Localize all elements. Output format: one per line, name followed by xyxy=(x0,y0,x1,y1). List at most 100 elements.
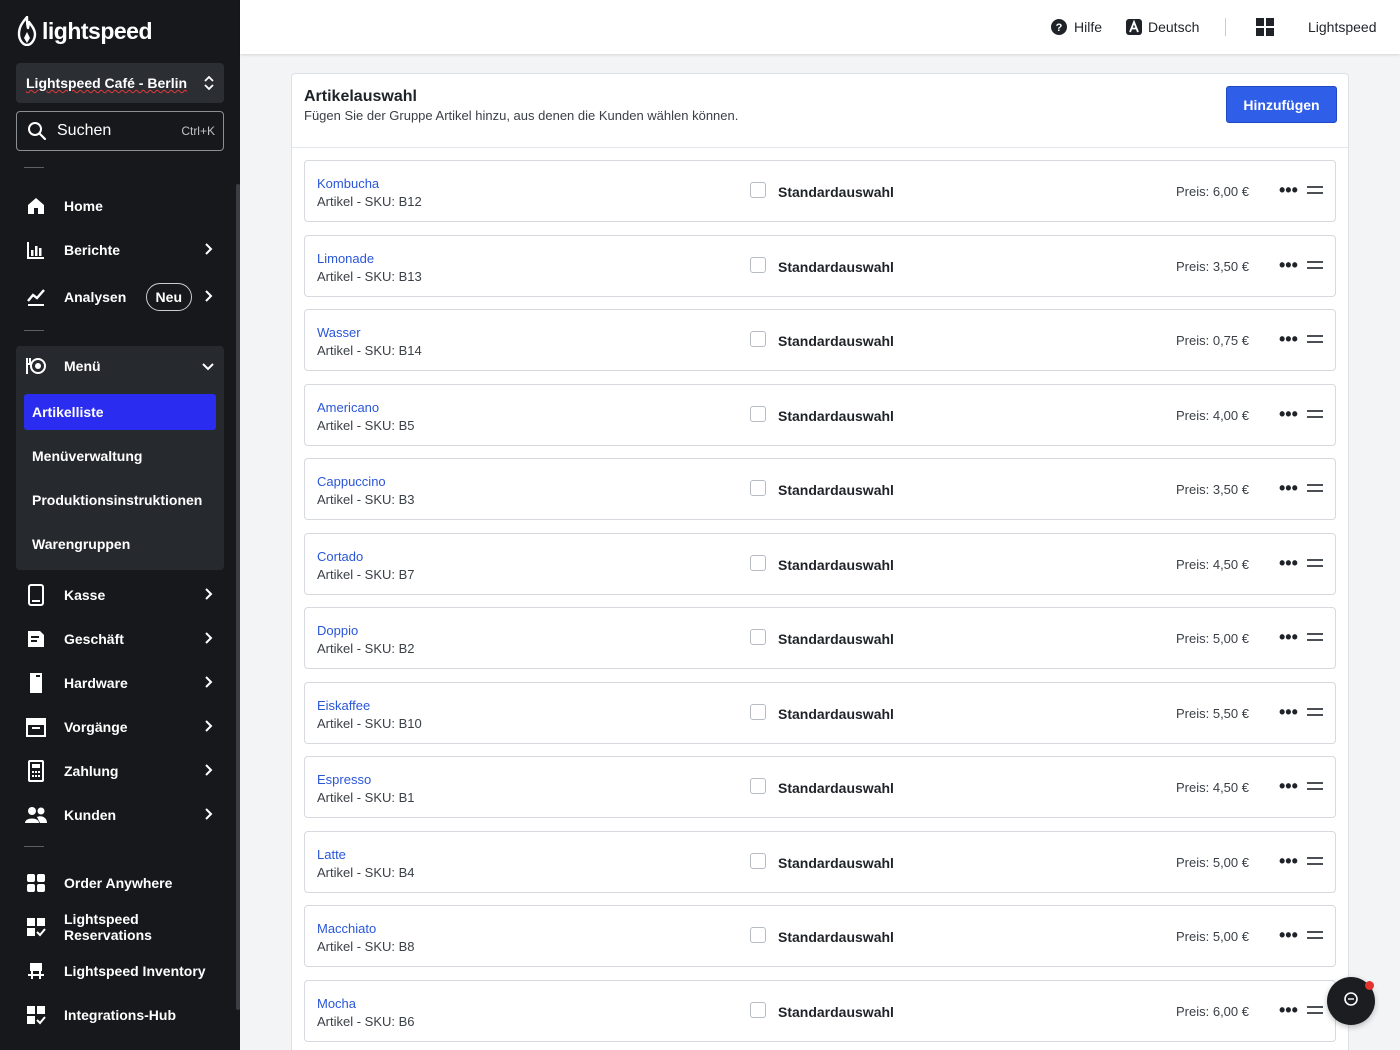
drag-handle-icon[interactable] xyxy=(1307,782,1323,790)
drag-handle-icon[interactable] xyxy=(1307,186,1323,194)
list-item[interactable]: Cappuccino Artikel - SKU: B3 Standardauswa… xyxy=(304,458,1336,520)
more-options-icon[interactable]: ••• xyxy=(1279,256,1298,274)
nav-hardware[interactable]: Hardware xyxy=(16,663,224,703)
chat-button[interactable] xyxy=(1327,977,1375,1025)
drag-handle-icon[interactable] xyxy=(1307,857,1323,865)
nav-reservations[interactable]: Lightspeed Reservations xyxy=(16,907,224,947)
sidebar-scrollbar[interactable] xyxy=(236,184,240,1010)
item-name-link[interactable]: Cortado xyxy=(317,549,363,564)
nav-integrations[interactable]: Integrations-Hub xyxy=(16,995,224,1035)
drag-handle-icon[interactable] xyxy=(1307,484,1323,492)
item-sku: Artikel - SKU: B2 xyxy=(317,641,415,656)
more-options-icon[interactable]: ••• xyxy=(1279,926,1298,944)
nav-inventory[interactable]: Lightspeed Inventory xyxy=(16,951,224,991)
item-name-link[interactable]: Cappuccino xyxy=(317,474,386,489)
more-options-icon[interactable]: ••• xyxy=(1279,330,1298,348)
default-selection-checkbox[interactable] xyxy=(750,853,766,869)
item-name-link[interactable]: Eiskaffee xyxy=(317,698,370,713)
location-name: Lightspeed Café - Berlin xyxy=(26,75,188,91)
search-field[interactable]: Suchen Ctrl+K xyxy=(16,111,224,151)
default-selection-checkbox[interactable] xyxy=(750,480,766,496)
more-options-icon[interactable]: ••• xyxy=(1279,554,1298,572)
list-item[interactable]: Limonade Artikel - SKU: B13 Standardauswah… xyxy=(304,235,1336,297)
list-item[interactable]: Kombucha Artikel - SKU: B12 Standardauswah… xyxy=(304,160,1336,222)
nav-produktionsinstruktionen[interactable]: Produktionsinstruktionen xyxy=(24,482,216,518)
more-options-icon[interactable]: ••• xyxy=(1279,703,1298,721)
nav-menu[interactable]: Menü xyxy=(16,346,224,386)
nav-berichte[interactable]: Berichte xyxy=(16,230,224,270)
account-menu[interactable]: Lightspeed xyxy=(1308,0,1377,54)
item-name-link[interactable]: Americano xyxy=(317,400,379,415)
list-item[interactable]: Doppio Artikel - SKU: B2 Standardauswahl Pr… xyxy=(304,607,1336,669)
default-selection-checkbox[interactable] xyxy=(750,927,766,943)
more-options-icon[interactable]: ••• xyxy=(1279,479,1298,497)
nav-kunden[interactable]: Kunden xyxy=(16,795,224,835)
default-selection-checkbox[interactable] xyxy=(750,629,766,645)
list-item[interactable]: Eiskaffee Artikel - SKU: B10 Standardauswa… xyxy=(304,682,1336,744)
lightspeed-logo[interactable]: lightspeed xyxy=(16,15,153,47)
more-options-icon[interactable]: ••• xyxy=(1279,628,1298,646)
help-icon: ? xyxy=(1050,18,1068,36)
list-item[interactable]: Cortado Artikel - SKU: B7 Standardauswahl P… xyxy=(304,533,1336,595)
more-options-icon[interactable]: ••• xyxy=(1279,1001,1298,1019)
nav-order-anywhere[interactable]: Order Anywhere xyxy=(16,863,224,903)
nav-menueverwaltung[interactable]: Menüverwaltung xyxy=(24,438,216,474)
location-selector[interactable]: Lightspeed Café - Berlin xyxy=(16,63,224,103)
divider xyxy=(24,167,44,168)
item-name-link[interactable]: Latte xyxy=(317,847,346,862)
drag-handle-icon[interactable] xyxy=(1307,261,1323,269)
nav-vorgaenge[interactable]: Vorgänge xyxy=(16,707,224,747)
item-name-link[interactable]: Macchiato xyxy=(317,921,376,936)
default-selection-checkbox[interactable] xyxy=(750,182,766,198)
apps-grid-button[interactable] xyxy=(1256,0,1280,54)
drag-handle-icon[interactable] xyxy=(1307,931,1323,939)
add-button[interactable]: Hinzufügen xyxy=(1226,86,1337,123)
list-item[interactable]: Mocha Artikel - SKU: B6 Standardauswahl Pre… xyxy=(304,980,1336,1042)
chat-bubble-icon xyxy=(1343,991,1359,1012)
item-name-link[interactable]: Espresso xyxy=(317,772,371,787)
default-selection-checkbox[interactable] xyxy=(750,778,766,794)
drag-handle-icon[interactable] xyxy=(1307,559,1323,567)
nav-artikelliste[interactable]: Artikelliste xyxy=(24,394,216,430)
item-price: Preis: 4,00 € xyxy=(1176,408,1249,423)
nav-analysen-label: Analysen xyxy=(64,289,127,305)
item-name-link[interactable]: Mocha xyxy=(317,996,356,1011)
more-options-icon[interactable]: ••• xyxy=(1279,777,1298,795)
nav-home[interactable]: Home xyxy=(16,186,224,226)
help-link[interactable]: ? Hilfe xyxy=(1050,0,1102,54)
list-item[interactable]: Wasser Artikel - SKU: B14 Standardauswahl P… xyxy=(304,309,1336,371)
item-sku: Artikel - SKU: B12 xyxy=(317,194,422,209)
item-name-link[interactable]: Wasser xyxy=(317,325,361,340)
default-selection-checkbox[interactable] xyxy=(750,1002,766,1018)
list-item[interactable]: Macchiato Artikel - SKU: B8 Standardauswah… xyxy=(304,905,1336,967)
language-selector[interactable]: Deutsch xyxy=(1126,0,1199,54)
chevron-right-icon xyxy=(200,587,216,603)
default-selection-checkbox[interactable] xyxy=(750,555,766,571)
list-item[interactable]: Latte Artikel - SKU: B4 Standardauswahl Pre… xyxy=(304,831,1336,893)
nav-geschaeft[interactable]: Geschäft xyxy=(16,619,224,659)
nav-analysen[interactable]: Analysen Neu xyxy=(16,277,224,317)
drag-handle-icon[interactable] xyxy=(1307,708,1323,716)
list-item[interactable]: Americano Artikel - SKU: B5 Standardauswah… xyxy=(304,384,1336,446)
nav-zahlung-label: Zahlung xyxy=(64,763,119,779)
default-selection-checkbox[interactable] xyxy=(750,257,766,273)
drag-handle-icon[interactable] xyxy=(1307,1006,1323,1014)
default-selection-checkbox[interactable] xyxy=(750,406,766,422)
nav-zahlung[interactable]: Zahlung xyxy=(16,751,224,791)
drag-handle-icon[interactable] xyxy=(1307,633,1323,641)
more-options-icon[interactable]: ••• xyxy=(1279,181,1298,199)
nav-kasse[interactable]: Kasse xyxy=(16,575,224,615)
drag-handle-icon[interactable] xyxy=(1307,335,1323,343)
more-options-icon[interactable]: ••• xyxy=(1279,852,1298,870)
more-options-icon[interactable]: ••• xyxy=(1279,405,1298,423)
default-selection-label: Standardauswahl xyxy=(778,1004,894,1020)
default-selection-checkbox[interactable] xyxy=(750,704,766,720)
default-selection-checkbox[interactable] xyxy=(750,331,766,347)
drag-handle-icon[interactable] xyxy=(1307,410,1323,418)
item-name-link[interactable]: Doppio xyxy=(317,623,358,638)
item-name-link[interactable]: Kombucha xyxy=(317,176,379,191)
item-name-link[interactable]: Limonade xyxy=(317,251,374,266)
menu-group: Menü Artikelliste Menüverwaltung Produkt… xyxy=(16,346,224,570)
nav-warengruppen[interactable]: Warengruppen xyxy=(24,526,216,562)
list-item[interactable]: Espresso Artikel - SKU: B1 Standardauswahl… xyxy=(304,756,1336,818)
